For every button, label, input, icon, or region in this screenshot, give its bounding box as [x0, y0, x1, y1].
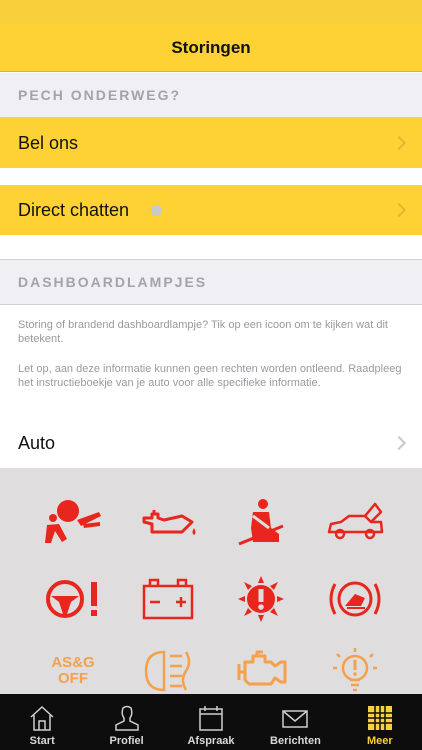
airbag-icon[interactable]: [40, 496, 106, 550]
call-us-label: Bel ons: [18, 132, 79, 153]
tab-label: Berichten: [270, 735, 321, 747]
chevron-right-icon: [391, 435, 407, 451]
section-title: PECH ONDERWEG?: [18, 87, 182, 103]
oil-pressure-icon[interactable]: [135, 496, 201, 550]
asg-label: AS&G: [51, 654, 95, 671]
calendar-icon: [199, 706, 223, 731]
navigation-bar: Storingen: [0, 24, 422, 72]
chevron-right-icon: [391, 202, 407, 218]
tab-label: Afspraak: [187, 735, 235, 747]
section-header-roadside: PECH ONDERWEG?: [0, 73, 422, 118]
trunk-open-icon[interactable]: [322, 496, 388, 550]
power-steering-icon[interactable]: [40, 572, 106, 626]
tab-afspraak[interactable]: Afspraak: [169, 694, 253, 750]
chat-row[interactable]: Direct chatten: [0, 185, 422, 235]
page-title: Storingen: [171, 37, 251, 57]
tab-label: Meer: [366, 735, 393, 747]
tab-label: Start: [29, 735, 55, 747]
status-bar: [0, 0, 422, 24]
home-icon: [30, 705, 54, 731]
battery-icon[interactable]: [135, 572, 201, 626]
envelope-icon: [282, 710, 309, 728]
bulb-failure-icon[interactable]: [322, 644, 388, 698]
tab-start[interactable]: Start: [0, 694, 84, 750]
status-dot-icon: [151, 204, 163, 216]
call-us-row[interactable]: Bel ons: [0, 118, 422, 168]
asg-off-label: OFF: [58, 670, 88, 687]
tab-profiel[interactable]: Profiel: [84, 694, 168, 750]
person-icon: [114, 705, 139, 731]
grid-icon: [367, 706, 392, 730]
section-title: DASHBOARDLAMPJES: [18, 274, 208, 290]
tab-bar: Start Profiel Afspraak Berichten Meer: [0, 694, 422, 750]
spacer: [0, 235, 422, 259]
tab-berichten[interactable]: Berichten: [253, 694, 337, 750]
disclaimer-text: Let op, aan deze informatie kunnen geen …: [18, 363, 402, 389]
warning-sun-icon[interactable]: [228, 572, 294, 626]
tab-label: Profiel: [109, 735, 144, 747]
dashboard-lamp-grid: AS&G OFF: [0, 468, 422, 694]
fog-light-icon[interactable]: [135, 644, 201, 698]
section-header-dashboard: DASHBOARDLAMPJES: [0, 259, 422, 305]
chevron-right-icon: [391, 135, 407, 151]
brand-select-row[interactable]: Auto: [0, 418, 422, 468]
brand-label: Auto: [18, 432, 56, 453]
seatbelt-icon[interactable]: [228, 496, 294, 550]
spacer: [0, 168, 422, 185]
chat-label: Direct chatten: [18, 199, 130, 220]
info-text: Storing of brandend dashboardlampje? Tik…: [18, 319, 388, 345]
engine-check-icon[interactable]: [228, 644, 294, 698]
asg-off-icon[interactable]: AS&G OFF: [40, 644, 106, 698]
brake-pad-icon[interactable]: [322, 572, 388, 626]
tab-meer[interactable]: Meer: [338, 694, 422, 750]
